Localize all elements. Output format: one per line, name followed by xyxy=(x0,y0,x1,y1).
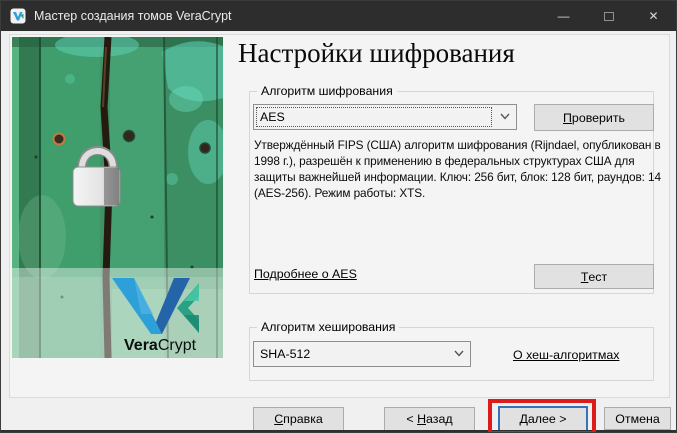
maximize-button[interactable] xyxy=(586,1,631,31)
chevron-down-icon xyxy=(454,350,464,357)
title-bar: Мастер создания томов VeraCrypt — ✕ xyxy=(1,1,676,31)
algorithm-description: Утверждённый FIPS (США) алгоритм шифрова… xyxy=(254,137,661,201)
maximize-icon xyxy=(604,12,614,21)
minimize-button[interactable]: — xyxy=(541,1,586,31)
veracrypt-logo-text: VeraCrypt xyxy=(124,337,197,354)
encryption-algorithm-value: AES xyxy=(260,110,285,124)
veracrypt-app-icon xyxy=(10,8,26,24)
more-about-aes-link[interactable]: Подробнее о AES xyxy=(254,267,357,281)
back-button[interactable]: < Назад xyxy=(384,407,475,431)
encryption-group-label: Алгоритм шифрования xyxy=(257,84,397,98)
cancel-button[interactable]: Отмена xyxy=(604,407,671,430)
chevron-down-icon xyxy=(500,113,510,120)
close-icon: ✕ xyxy=(648,9,658,23)
veracrypt-wizard-window: Мастер создания томов VeraCrypt — ✕ xyxy=(0,0,677,433)
page-title: Настройки шифрования xyxy=(238,38,515,69)
hash-algorithm-select[interactable]: SHA-512 xyxy=(253,341,471,367)
hash-algorithms-link[interactable]: О хеш-алгоритмах xyxy=(513,348,619,362)
benchmark-button[interactable]: Проверить xyxy=(534,104,654,131)
window-bottom-edge xyxy=(1,430,676,432)
description-line: защиты важнейшей информации. Ключ: 256 б… xyxy=(254,169,661,185)
minimize-icon: — xyxy=(558,9,570,23)
door-photo: VeraCrypt xyxy=(12,37,223,358)
next-button[interactable]: Далее > xyxy=(498,406,588,432)
description-line: (AES-256). Режим работы: XTS. xyxy=(254,185,661,201)
encryption-algorithm-select[interactable]: AES xyxy=(253,104,517,130)
description-line: 1998 г.), разрешён к применению в федера… xyxy=(254,153,661,169)
focus-rect xyxy=(256,107,492,127)
close-button[interactable]: ✕ xyxy=(631,1,676,31)
test-button[interactable]: Тест xyxy=(534,264,654,289)
window-title: Мастер создания томов VeraCrypt xyxy=(34,9,232,23)
hash-group-label: Алгоритм хеширования xyxy=(257,320,399,334)
help-button[interactable]: Справка xyxy=(253,407,344,431)
hash-algorithm-value: SHA-512 xyxy=(260,347,310,361)
description-line: Утверждённый FIPS (США) алгоритм шифрова… xyxy=(254,137,661,153)
